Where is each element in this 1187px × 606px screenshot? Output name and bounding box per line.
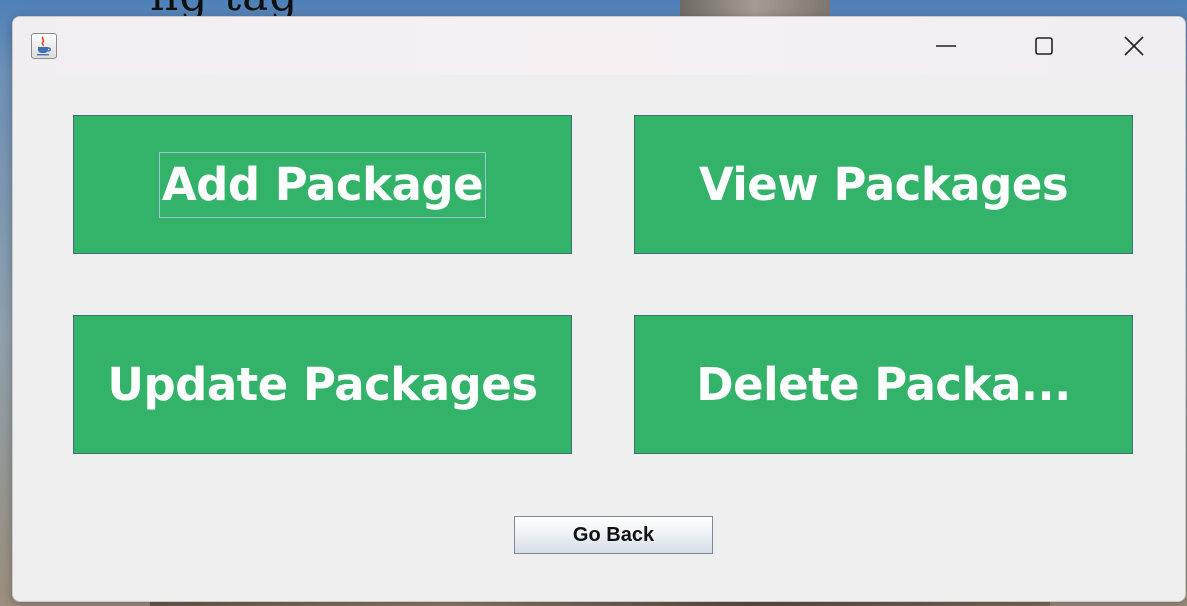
add-package-label: Add Package (158, 151, 487, 218)
delete-packages-label: Delete Packa... (696, 358, 1071, 411)
update-packages-button[interactable]: Update Packages (73, 315, 572, 454)
title-bar[interactable] (13, 17, 1185, 75)
close-button[interactable] (1111, 25, 1157, 67)
desktop-wallpaper (680, 0, 830, 16)
add-package-button[interactable]: Add Package (73, 115, 572, 254)
delete-packages-button[interactable]: Delete Packa... (634, 315, 1133, 454)
close-icon (1124, 36, 1144, 56)
go-back-label: Go Back (572, 523, 655, 546)
update-packages-label: Update Packages (107, 358, 538, 411)
view-packages-button[interactable]: View Packages (634, 115, 1133, 254)
maximize-icon (1035, 37, 1053, 55)
maximize-button[interactable] (1021, 25, 1067, 67)
minimize-icon (936, 45, 956, 47)
minimize-button[interactable] (923, 25, 969, 67)
java-coffee-cup-icon[interactable] (31, 33, 57, 59)
app-window: Add Package View Packages Update Package… (12, 16, 1186, 602)
go-back-button[interactable]: Go Back (514, 516, 713, 554)
view-packages-label: View Packages (698, 158, 1069, 211)
